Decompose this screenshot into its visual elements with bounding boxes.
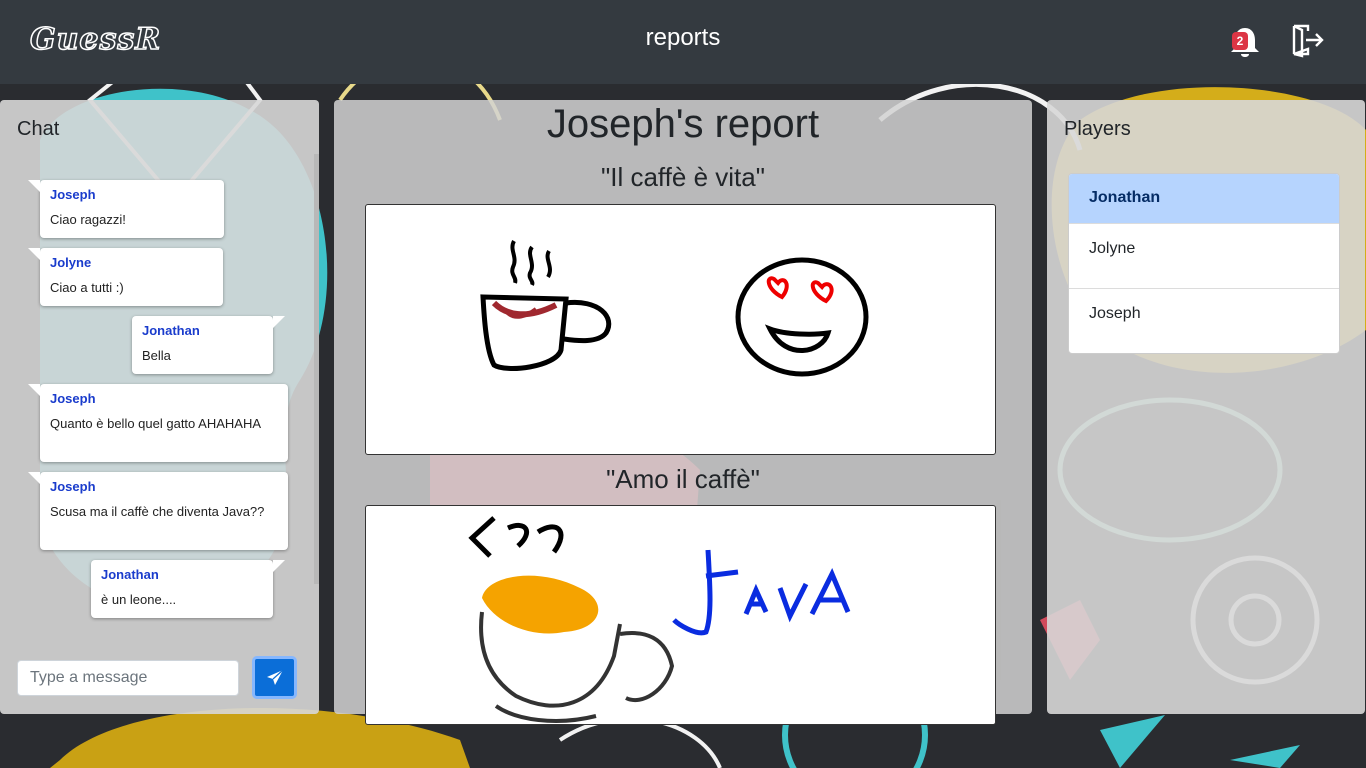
- message-author: Jonathan: [142, 323, 200, 338]
- drawing-canvas[interactable]: [365, 505, 996, 725]
- chat-heading: Chat: [17, 118, 60, 140]
- logout-button[interactable]: [1290, 22, 1326, 58]
- chat-message: Jolyne Ciao a tutti :): [28, 248, 223, 306]
- message-text: è un leone....: [101, 592, 177, 607]
- app-logo[interactable]: GuessR: [29, 21, 161, 58]
- message-author: Joseph: [50, 391, 96, 406]
- message-author: Jolyne: [50, 255, 92, 270]
- message-author: Jonathan: [101, 567, 159, 582]
- player-item-joseph[interactable]: Joseph: [1069, 288, 1339, 353]
- message-author: Joseph: [50, 479, 96, 494]
- chat-scrollbar[interactable]: [314, 154, 319, 584]
- report-title: Joseph's report: [546, 102, 820, 146]
- chat-message: Jonathan Bella: [132, 316, 285, 374]
- drawing-caption: "Amo il caffè": [606, 464, 760, 494]
- notifications-button[interactable]: 2: [1228, 24, 1262, 60]
- logout-door-icon: [1292, 24, 1324, 58]
- players-heading: Players: [1064, 118, 1131, 140]
- message-text: Ciao a tutti :): [50, 280, 124, 295]
- top-navbar: GuessR reports 2: [0, 0, 1366, 84]
- chat-message: Joseph Scusa ma il caffè che diventa Jav…: [28, 472, 288, 550]
- chat-message-input[interactable]: [17, 660, 239, 696]
- chat-message: Joseph Ciao ragazzi!: [28, 180, 224, 238]
- players-list: Jonathan Jolyne Joseph: [1068, 173, 1340, 354]
- chat-message: Jonathan è un leone....: [91, 560, 285, 618]
- notification-badge: 2: [1232, 32, 1248, 50]
- chat-panel: Chat Joseph Ciao ragazzi! Jolyne Ciao a …: [0, 100, 319, 714]
- message-text: Bella: [142, 348, 171, 363]
- drawing-java-coffee: [468, 516, 851, 723]
- drawing-canvas[interactable]: [365, 204, 996, 455]
- send-message-button[interactable]: [252, 656, 297, 699]
- paper-plane-icon: [266, 669, 283, 685]
- drawing-coffee-cup-and-smiley: [480, 240, 869, 377]
- message-text: Ciao ragazzi!: [50, 212, 126, 227]
- chat-message-list[interactable]: Joseph Ciao ragazzi! Jolyne Ciao a tutti…: [20, 174, 300, 684]
- message-text: Quanto è bello quel gatto AHAHAHA: [50, 416, 262, 431]
- report-panel: Joseph's report "Il caffè è vita" "Amo i…: [334, 100, 1032, 725]
- message-text: Scusa ma il caffè che diventa Java??: [50, 504, 265, 519]
- chat-message: Joseph Quanto è bello quel gatto AHAHAHA: [28, 384, 288, 462]
- message-author: Joseph: [50, 187, 96, 202]
- drawing-caption: "Il caffè è vita": [601, 162, 765, 192]
- report-scrollbar[interactable]: [996, 500, 1001, 680]
- players-panel: Players Jonathan Jolyne Joseph: [1047, 100, 1365, 714]
- player-item-jolyne[interactable]: Jolyne: [1069, 223, 1339, 288]
- player-item-jonathan[interactable]: Jonathan: [1069, 174, 1339, 223]
- page-title: reports: [645, 24, 721, 51]
